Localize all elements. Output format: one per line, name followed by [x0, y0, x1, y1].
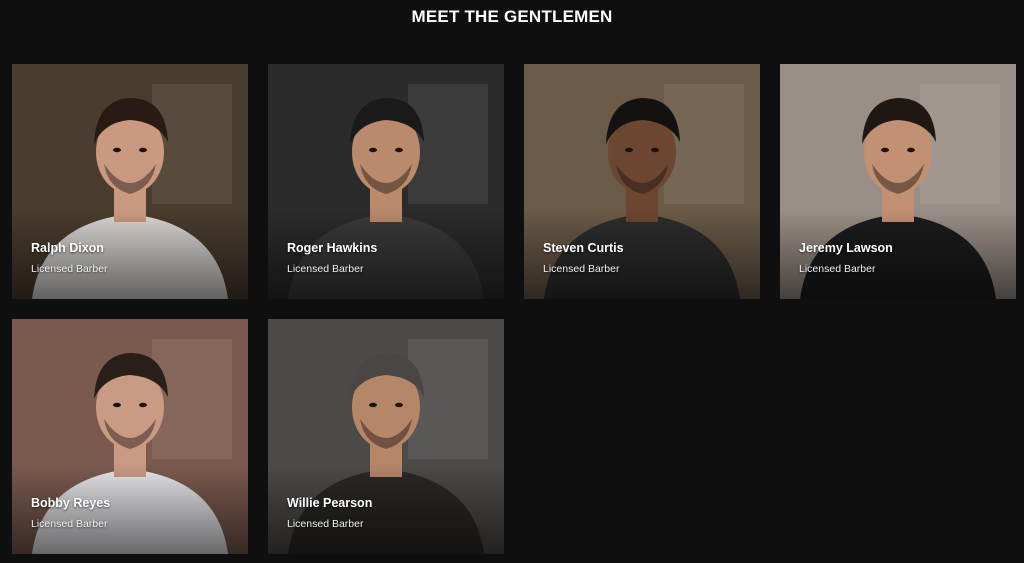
barber-role: Licensed Barber: [543, 263, 620, 275]
barber-role: Licensed Barber: [287, 518, 364, 530]
eye-left: [369, 147, 377, 153]
eye-right: [139, 402, 147, 408]
eye-left: [113, 402, 121, 408]
team-section: MEET THE GENTLEMEN Ralph Dixon Licensed …: [0, 0, 1024, 563]
background-light: [152, 339, 232, 459]
eye-left: [113, 147, 121, 153]
barber-card-5[interactable]: Bobby Reyes Licensed Barber: [12, 319, 248, 554]
eye-right: [139, 147, 147, 153]
eye-right: [395, 147, 403, 153]
background-light: [152, 84, 232, 204]
barber-card-1[interactable]: Ralph Dixon Licensed Barber: [12, 64, 248, 299]
barber-grid: Ralph Dixon Licensed Barber Roger Hawkin…: [12, 64, 1016, 554]
barber-name[interactable]: Bobby Reyes: [31, 496, 110, 510]
barber-name[interactable]: Jeremy Lawson: [799, 241, 893, 255]
barber-role: Licensed Barber: [287, 263, 364, 275]
barber-name[interactable]: Ralph Dixon: [31, 241, 104, 255]
barber-card-4[interactable]: Jeremy Lawson Licensed Barber: [780, 64, 1016, 299]
barber-role: Licensed Barber: [799, 263, 876, 275]
barber-name[interactable]: Steven Curtis: [543, 241, 624, 255]
background-light: [408, 84, 488, 204]
barber-card-3[interactable]: Steven Curtis Licensed Barber: [524, 64, 760, 299]
eye-left: [881, 147, 889, 153]
barber-role: Licensed Barber: [31, 263, 108, 275]
barber-card-6[interactable]: Willie Pearson Licensed Barber: [268, 319, 504, 554]
eye-left: [369, 402, 377, 408]
barber-card-2[interactable]: Roger Hawkins Licensed Barber: [268, 64, 504, 299]
eye-right: [395, 402, 403, 408]
eye-left: [625, 147, 633, 153]
eye-right: [651, 147, 659, 153]
background-light: [664, 84, 744, 204]
background-light: [408, 339, 488, 459]
eye-right: [907, 147, 915, 153]
barber-name[interactable]: Willie Pearson: [287, 496, 372, 510]
background-light: [920, 84, 1000, 204]
barber-role: Licensed Barber: [31, 518, 108, 530]
barber-name[interactable]: Roger Hawkins: [287, 241, 377, 255]
section-title: MEET THE GENTLEMEN: [411, 7, 613, 26]
